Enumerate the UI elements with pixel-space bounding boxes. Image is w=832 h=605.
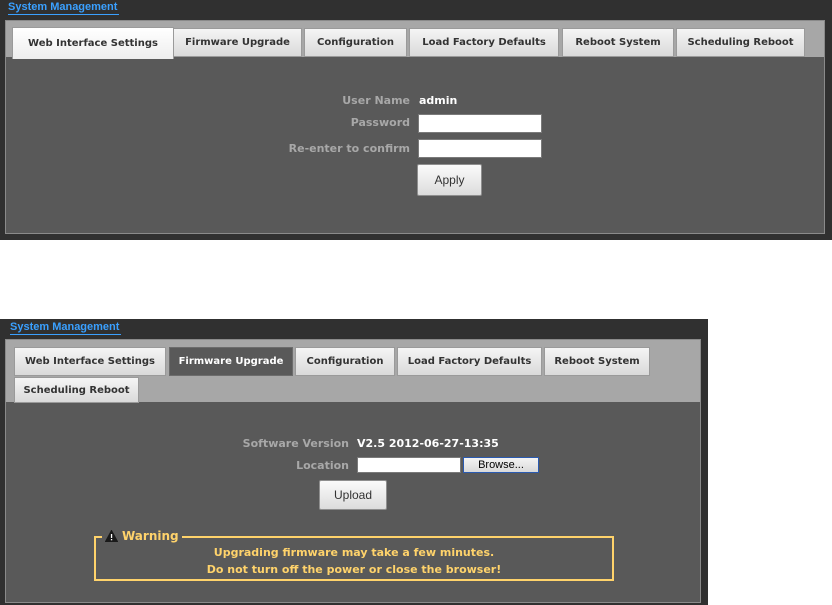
tab-load-factory-defaults[interactable]: Load Factory Defaults <box>409 28 559 57</box>
tab-scheduling-reboot[interactable]: Scheduling Reboot <box>14 377 139 403</box>
tab-web-interface-settings[interactable]: Web Interface Settings <box>12 27 174 59</box>
system-management-panel-firmware-upgrade: System Management Web Interface Settings… <box>0 319 708 605</box>
username-value: admin <box>419 94 458 107</box>
confirm-password-label: Re-enter to confirm <box>288 142 410 155</box>
content-area: Web Interface Settings Firmware Upgrade … <box>5 339 701 603</box>
browse-button[interactable]: Browse... <box>463 457 539 473</box>
password-label: Password <box>350 116 410 129</box>
system-management-panel-web-interface: System Management Web Interface Settings… <box>0 0 832 240</box>
tab-strip: Web Interface Settings Firmware Upgrade … <box>6 340 700 403</box>
warning-legend: Warning <box>102 529 182 543</box>
software-version-label: Software Version <box>242 437 349 450</box>
tab-configuration[interactable]: Configuration <box>304 28 407 57</box>
tab-reboot-system[interactable]: Reboot System <box>544 347 650 376</box>
tab-reboot-system[interactable]: Reboot System <box>562 28 674 57</box>
upload-button[interactable]: Upload <box>319 480 387 510</box>
warning-triangle-icon <box>104 529 119 542</box>
content-area: Web Interface Settings Firmware Upgrade … <box>5 20 825 234</box>
username-label: User Name <box>342 94 410 107</box>
warning-line-1: Upgrading firmware may take a few minute… <box>213 546 495 559</box>
tab-load-factory-defaults[interactable]: Load Factory Defaults <box>397 347 542 376</box>
confirm-password-input[interactable] <box>418 139 542 158</box>
tab-scheduling-reboot[interactable]: Scheduling Reboot <box>676 28 805 57</box>
warning-title: Warning <box>122 529 179 543</box>
panel-title: System Management <box>10 321 122 335</box>
warning-box: Warning Upgrading firmware may take a fe… <box>94 529 614 581</box>
tab-firmware-upgrade[interactable]: Firmware Upgrade <box>173 28 302 57</box>
tab-strip: Web Interface Settings Firmware Upgrade … <box>6 21 824 59</box>
location-file-input[interactable] <box>357 457 461 473</box>
location-label: Location <box>296 459 349 472</box>
password-input[interactable] <box>418 114 542 133</box>
tab-web-interface-settings[interactable]: Web Interface Settings <box>14 347 166 376</box>
warning-line-2: Do not turn off the power or close the b… <box>206 563 502 576</box>
tab-configuration[interactable]: Configuration <box>295 347 395 376</box>
panel-title: System Management <box>8 1 120 15</box>
software-version-value: V2.5 2012-06-27-13:35 <box>357 437 499 450</box>
tab-firmware-upgrade[interactable]: Firmware Upgrade <box>169 347 293 376</box>
apply-button[interactable]: Apply <box>417 164 482 196</box>
